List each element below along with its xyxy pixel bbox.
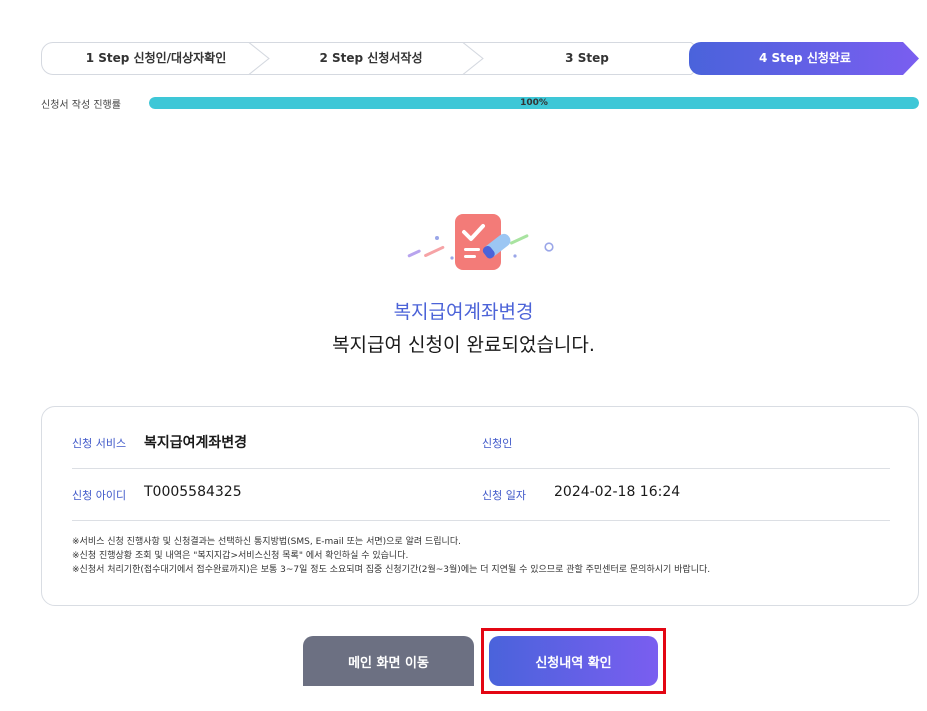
application-info-card: 신청 서비스 복지급여계좌변경 신청인 신청 아이디 T0005584325 신… (41, 406, 919, 606)
info-row-service: 신청 서비스 복지급여계좌변경 신청인 (72, 417, 890, 469)
confetti-dash-3 (510, 234, 529, 245)
notice-item: ※서비스 신청 진행사항 및 신청결과는 선택하신 통지방법(SMS, E-ma… (72, 537, 461, 547)
view-application-history-button[interactable]: 신청내역 확인 (489, 636, 658, 686)
user-id-label: 신청 아이디 (72, 489, 127, 502)
application-complete-illustration (407, 214, 554, 270)
application-date-value: 2024-02-18 16:24 (554, 484, 681, 500)
step-2-label: 2 Step 신청서작성 (319, 51, 423, 65)
confetti-dash-1 (407, 249, 421, 258)
confetti-ring (544, 242, 554, 252)
progress-caption: 신청서 작성 진행률 (41, 100, 121, 111)
confetti-dot-1 (435, 236, 439, 240)
service-label: 신청 서비스 (72, 437, 127, 450)
notice-item: ※신청 진행상황 조회 및 내역은 "복지지갑>서비스신청 목록" 에서 확인하… (72, 551, 409, 561)
step-4-label: 4 Step 신청완료 (759, 51, 851, 65)
application-date-label: 신청 일자 (482, 489, 526, 502)
clipboard-line-1 (464, 248, 480, 251)
confetti-dash-2 (424, 245, 445, 257)
completion-message: 복지급여 신청이 완료되었습니다. (332, 334, 595, 356)
confetti-dot-2 (450, 256, 454, 260)
notice-list: ※서비스 신청 진행사항 및 신청결과는 선택하신 통지방법(SMS, E-ma… (72, 535, 890, 577)
progress-percent: 100% (520, 98, 548, 108)
step-indicator: 1 Step 신청인/대상자확인 2 Step 신청서작성 3 Step 4 S… (41, 42, 919, 75)
notice-item: ※신청서 처리기한(접수대기에서 접수완료까지)은 보통 3~7일 정도 소요되… (72, 565, 711, 575)
service-title: 복지급여계좌변경 (393, 301, 534, 323)
confetti-dot-3 (513, 254, 517, 258)
clipboard-line-2 (464, 255, 476, 258)
user-id-value: T0005584325 (144, 484, 242, 500)
go-to-main-button[interactable]: 메인 화면 이동 (303, 636, 474, 686)
step-1-label: 1 Step 신청인/대상자확인 (85, 51, 227, 65)
progress-row: 신청서 작성 진행률 100% (41, 95, 919, 111)
applicant-label: 신청인 (482, 437, 513, 450)
step-3-label: 3 Step (565, 51, 609, 65)
info-row-id-date: 신청 아이디 T0005584325 신청 일자 2024-02-18 16:2… (72, 469, 890, 521)
progress-bar: 100% (149, 97, 919, 109)
service-value: 복지급여계좌변경 (144, 435, 248, 451)
